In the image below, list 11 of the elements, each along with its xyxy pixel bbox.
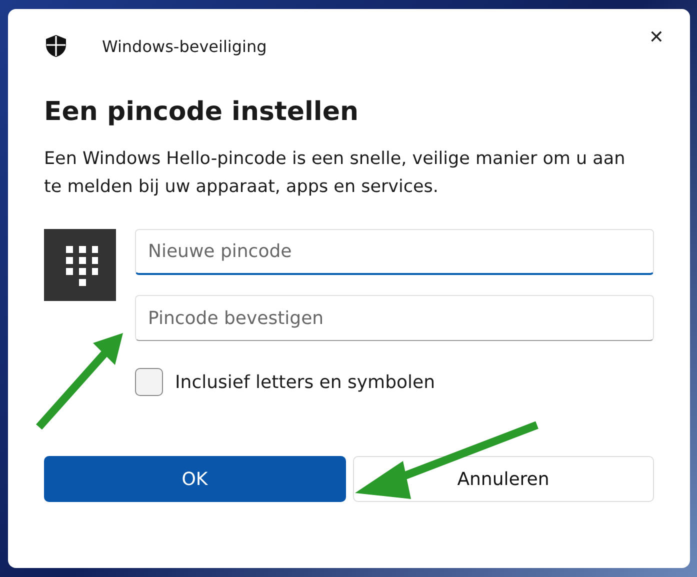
dialog-heading: Een pincode instellen [44,97,360,127]
description-text: Een Windows Hello-pincode is een snelle, veilige manier om u aan te melden bij uw apparaat, apps en services. [44,148,626,199]
checkbox-label: Inclusief letters en symbolen [175,372,435,392]
keypad-icon [44,229,116,301]
pin-field[interactable]: Pincode bevestigen [135,295,654,341]
close-button[interactable]: ✕ [642,23,670,52]
pin-field[interactable]: Nieuwe pincode [135,229,654,275]
window-title: Windows-beveiliging [102,36,267,56]
ok-button[interactable]: OK [44,456,346,502]
shield-icon [44,34,68,58]
checkbox[interactable] [135,368,163,396]
